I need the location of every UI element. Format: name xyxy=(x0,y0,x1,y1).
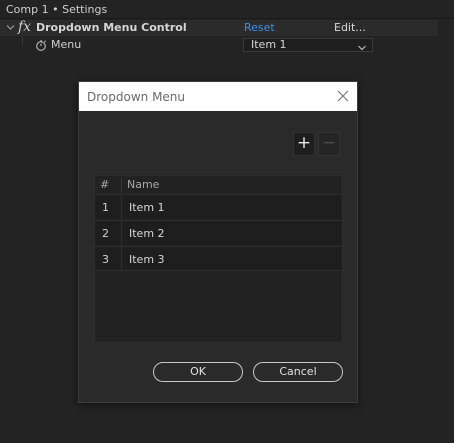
column-separator xyxy=(121,178,122,192)
ok-button[interactable]: OK xyxy=(153,362,243,382)
dropdown-menu-dialog: Dropdown Menu + − # Name 1 Item 1 2 Item… xyxy=(78,81,358,403)
dialog-titlebar[interactable]: Dropdown Menu xyxy=(79,82,357,111)
close-icon[interactable] xyxy=(336,89,350,103)
twirl-down-icon[interactable] xyxy=(6,23,15,32)
list-item[interactable]: 1 Item 1 xyxy=(95,194,342,219)
row-separator xyxy=(121,221,122,245)
list-item-number: 2 xyxy=(102,227,109,240)
panel-title: Comp 1 • Settings xyxy=(6,3,108,16)
reset-link[interactable]: Reset xyxy=(244,21,275,34)
chevron-down-icon xyxy=(358,42,366,51)
property-name: Menu xyxy=(51,38,82,51)
list-item-name[interactable]: Item 3 xyxy=(129,253,165,266)
menu-dropdown-value: Item 1 xyxy=(251,38,287,51)
panel-divider xyxy=(0,18,454,19)
tree-line xyxy=(22,37,23,45)
effect-row[interactable]: fx Dropdown Menu Control Reset Edit... xyxy=(0,19,438,36)
remove-item-button[interactable]: − xyxy=(318,132,340,156)
list-item[interactable]: 3 Item 3 xyxy=(95,246,342,271)
list-item-name[interactable]: Item 1 xyxy=(129,201,165,214)
effect-name: Dropdown Menu Control xyxy=(36,21,187,34)
menu-dropdown[interactable]: Item 1 xyxy=(243,38,373,52)
list-item-name[interactable]: Item 2 xyxy=(129,227,165,240)
edit-link[interactable]: Edit... xyxy=(334,21,366,34)
stopwatch-icon[interactable] xyxy=(35,39,47,51)
cancel-button[interactable]: Cancel xyxy=(253,362,343,382)
column-header-number: # xyxy=(100,178,110,191)
add-item-button[interactable]: + xyxy=(293,132,315,156)
column-header-name: Name xyxy=(127,178,160,191)
dialog-title: Dropdown Menu xyxy=(87,90,186,104)
list-header: # Name xyxy=(95,176,342,194)
item-list: # Name 1 Item 1 2 Item 2 3 Item 3 xyxy=(94,175,343,343)
fx-icon[interactable]: fx xyxy=(18,19,31,35)
property-row: Menu Item 1 xyxy=(0,37,438,53)
row-separator xyxy=(121,247,122,271)
list-item-number: 3 xyxy=(102,253,109,266)
row-separator xyxy=(121,195,122,219)
list-item[interactable]: 2 Item 2 xyxy=(95,220,342,245)
list-item-number: 1 xyxy=(102,201,109,214)
